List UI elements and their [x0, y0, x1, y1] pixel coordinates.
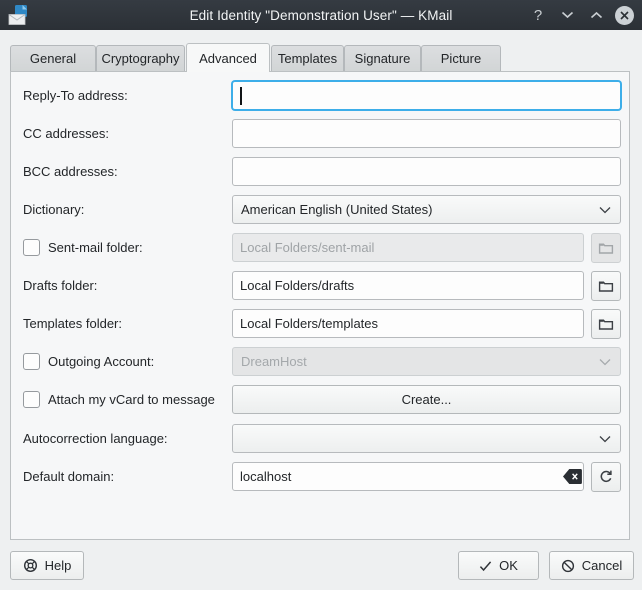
cancel-slash-icon: [561, 559, 575, 573]
check-icon: [479, 560, 492, 572]
attach-vcard-checkbox[interactable]: [23, 391, 40, 408]
clear-text-icon[interactable]: [562, 468, 583, 485]
templates-folder-input[interactable]: [232, 309, 584, 338]
drafts-label: Drafts folder:: [23, 271, 97, 300]
default-domain-label: Default domain:: [23, 462, 114, 491]
titlebar-help-button[interactable]: ?: [528, 5, 548, 25]
outgoing-account-value: DreamHost: [241, 354, 307, 369]
advanced-tab-panel: Reply-To address: CC addresses: BCC addr…: [10, 71, 630, 540]
drafts-folder-input[interactable]: [232, 271, 584, 300]
text-caret: [240, 87, 242, 105]
tab-advanced[interactable]: Advanced: [186, 43, 270, 72]
cc-row: CC addresses:: [11, 119, 629, 149]
cancel-button[interactable]: Cancel: [549, 551, 634, 580]
bcc-label: BCC addresses:: [23, 157, 118, 186]
default-domain-row: Default domain:: [11, 462, 629, 492]
outgoing-account-row: Outgoing Account: DreamHost: [11, 347, 629, 377]
ok-button[interactable]: OK: [458, 551, 539, 580]
maximize-icon[interactable]: [586, 5, 606, 25]
titlebar: Edit Identity "Demonstration User" — KMa…: [0, 0, 642, 30]
tab-templates[interactable]: Templates: [271, 45, 344, 71]
outgoing-account-checkbox[interactable]: [23, 353, 40, 370]
reply-to-row: Reply-To address:: [11, 81, 629, 111]
folder-icon: [598, 240, 614, 256]
templates-row: Templates folder:: [11, 309, 629, 339]
sent-mail-row: Sent-mail folder:: [11, 233, 629, 263]
folder-icon: [598, 278, 614, 294]
sent-mail-folder-input: [232, 233, 584, 262]
autocorrection-row: Autocorrection language:: [11, 424, 629, 454]
sent-mail-folder-picker-button: [591, 233, 621, 263]
tab-general[interactable]: General: [10, 45, 96, 71]
vcard-row: Attach my vCard to message Create...: [11, 385, 629, 415]
reply-to-input[interactable]: [232, 81, 621, 110]
templates-label: Templates folder:: [23, 309, 122, 338]
folder-icon: [598, 316, 614, 332]
cc-input[interactable]: [232, 119, 621, 148]
drafts-row: Drafts folder:: [11, 271, 629, 301]
cc-label: CC addresses:: [23, 119, 109, 148]
refresh-icon: [598, 469, 614, 485]
drafts-folder-picker-button[interactable]: [591, 271, 621, 301]
sent-mail-label: Sent-mail folder:: [48, 233, 143, 262]
edit-identity-dialog: Edit Identity "Demonstration User" — KMa…: [0, 0, 642, 590]
sent-mail-checkbox[interactable]: [23, 239, 40, 256]
chevron-down-icon: [599, 206, 611, 214]
bcc-row: BCC addresses:: [11, 157, 629, 187]
tab-cryptography[interactable]: Cryptography: [96, 45, 185, 71]
default-domain-input[interactable]: [232, 462, 584, 491]
help-button[interactable]: Help: [10, 551, 84, 580]
attach-vcard-label: Attach my vCard to message: [48, 385, 215, 414]
autocorrection-label: Autocorrection language:: [23, 424, 168, 453]
autocorrection-combobox[interactable]: [232, 424, 621, 453]
help-buoy-icon: [23, 558, 38, 573]
outgoing-account-combobox: DreamHost: [232, 347, 621, 376]
create-vcard-button[interactable]: Create...: [232, 385, 621, 414]
reset-default-domain-button[interactable]: [591, 462, 621, 492]
dictionary-value: American English (United States): [241, 202, 432, 217]
bcc-input[interactable]: [232, 157, 621, 186]
tab-signature[interactable]: Signature: [344, 45, 421, 71]
close-icon[interactable]: [615, 6, 634, 25]
templates-folder-picker-button[interactable]: [591, 309, 621, 339]
dictionary-label: Dictionary:: [23, 195, 84, 224]
chevron-down-icon: [599, 358, 611, 366]
minimize-icon[interactable]: [557, 5, 577, 25]
tab-picture[interactable]: Picture: [421, 45, 501, 71]
chevron-down-icon: [599, 435, 611, 443]
reply-to-label: Reply-To address:: [23, 81, 128, 110]
outgoing-account-label: Outgoing Account:: [48, 347, 154, 376]
dictionary-combobox[interactable]: American English (United States): [232, 195, 621, 224]
dictionary-row: Dictionary: American English (United Sta…: [11, 195, 629, 225]
